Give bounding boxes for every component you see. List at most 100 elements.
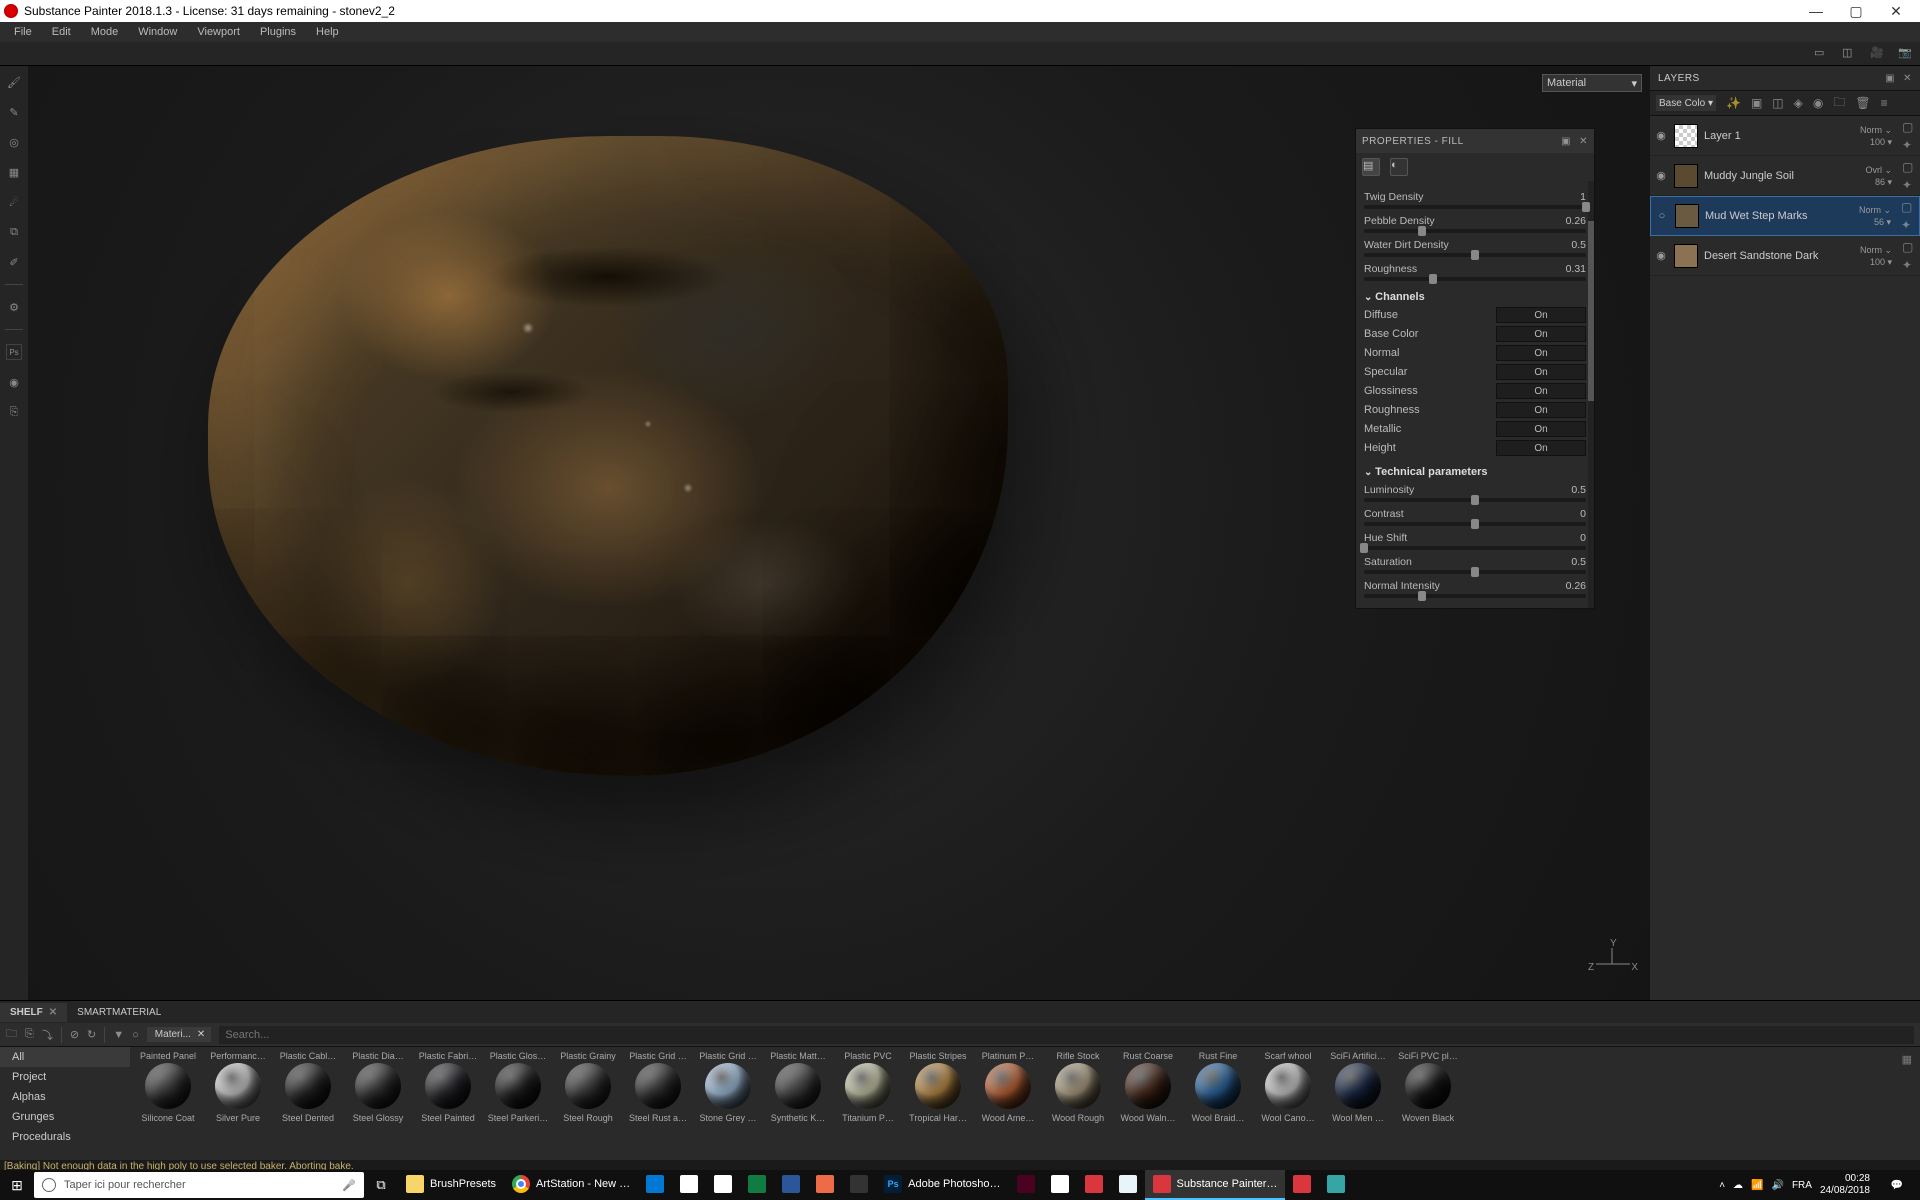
channel-toggle[interactable]: On <box>1496 326 1586 342</box>
channel-toggle[interactable]: On <box>1496 383 1586 399</box>
tray-onedrive-icon[interactable]: ☁ <box>1733 1180 1743 1191</box>
panel-close-icon[interactable]: ✕ <box>1579 136 1588 147</box>
maximize-button[interactable]: ▢ <box>1836 3 1876 20</box>
material-item[interactable]: Platinum P…Wood Ame… <box>974 1051 1042 1156</box>
menu-viewport[interactable]: Viewport <box>187 24 250 40</box>
add-layer-icon[interactable]: ◫ <box>1772 96 1783 110</box>
material-item[interactable]: Plastic Matt…Synthetic K… <box>764 1051 832 1156</box>
layer-options-icon[interactable]: ≡ <box>1881 96 1888 110</box>
fx-icon[interactable]: ✨ <box>1726 96 1741 110</box>
material-item[interactable]: Plastic GrainySteel Rough <box>554 1051 622 1156</box>
taskbar-app[interactable]: PsAdobe Photosho… <box>876 1170 1008 1200</box>
settings-icon[interactable]: ⚙ <box>6 299 22 315</box>
projection-tool-icon[interactable]: ◎ <box>6 134 22 150</box>
tab-close-icon[interactable]: ✕ <box>49 1007 57 1018</box>
slider-luminosity[interactable]: Luminosity0.5 <box>1364 484 1586 502</box>
layer-fx-icon[interactable]: ✦ <box>1902 178 1916 192</box>
taskbar-app[interactable] <box>1111 1170 1145 1200</box>
layer-visibility-icon[interactable]: ◉ <box>1654 129 1668 142</box>
material-item[interactable]: Plastic Grid …Stone Grey … <box>694 1051 762 1156</box>
taskbar-app[interactable] <box>774 1170 808 1200</box>
export-icon[interactable]: ⎘ <box>6 404 22 420</box>
material-item[interactable]: SciFi PVC pl…Woven Black <box>1394 1051 1462 1156</box>
layer-row[interactable]: ○ Mud Wet Step Marks Norm56 ▾ ▢✦ <box>1650 196 1920 236</box>
taskbar-app[interactable] <box>1319 1170 1353 1200</box>
taskbar-app[interactable] <box>740 1170 774 1200</box>
minimize-button[interactable]: — <box>1796 3 1836 19</box>
layer-fx-icon[interactable]: ✦ <box>1902 258 1916 272</box>
menu-plugins[interactable]: Plugins <box>250 24 306 40</box>
shelf-folder-icon[interactable]: 🗀 <box>6 1025 17 1044</box>
material-item[interactable]: Rifle StockWood Rough <box>1044 1051 1112 1156</box>
layer-visibility-icon[interactable]: ○ <box>1655 210 1669 222</box>
menu-edit[interactable]: Edit <box>42 24 81 40</box>
panel-undock-icon[interactable]: ▣ <box>1885 73 1895 84</box>
layer-visibility-icon[interactable]: ◉ <box>1654 249 1668 262</box>
screenshot-icon[interactable]: 📷 <box>1898 46 1914 62</box>
axis-gizmo[interactable]: Y X Z <box>1588 938 1638 988</box>
notifications-icon[interactable]: 💬 <box>1882 1180 1912 1191</box>
channel-toggle[interactable]: On <box>1496 364 1586 380</box>
add-fill-icon[interactable]: ◈ <box>1794 96 1803 110</box>
slider-saturation[interactable]: Saturation0.5 <box>1364 556 1586 574</box>
shelf-tab-smartmaterial[interactable]: SMARTMATERIAL <box>67 1003 171 1022</box>
taskbar-app[interactable] <box>808 1170 842 1200</box>
layer-row[interactable]: ◉ Layer 1 Norm100 ▾ ▢✦ <box>1650 116 1920 156</box>
tray-lang-icon[interactable]: FRA <box>1792 1180 1812 1191</box>
taskbar-app[interactable] <box>672 1170 706 1200</box>
render-mode-icon[interactable]: ▭ <box>1814 46 1830 62</box>
slider-roughness[interactable]: Roughness0.31 <box>1364 263 1586 281</box>
layer-row[interactable]: ◉ Muddy Jungle Soil Ovrl86 ▾ ▢✦ <box>1650 156 1920 196</box>
layer-visibility-icon[interactable]: ◉ <box>1654 169 1668 182</box>
menu-help[interactable]: Help <box>306 24 349 40</box>
camera-icon[interactable]: 🎥 <box>1870 46 1886 62</box>
eraser-tool-icon[interactable]: ✎ <box>6 104 22 120</box>
material-item[interactable]: Plastic Fabri…Steel Painted <box>414 1051 482 1156</box>
shelf-category[interactable]: Grunges <box>0 1107 130 1127</box>
fill-tool-icon[interactable]: ▦ <box>6 164 22 180</box>
ps-export-icon[interactable]: Ps <box>6 344 22 360</box>
shelf-category[interactable]: Alphas <box>0 1087 130 1107</box>
delete-layer-icon[interactable]: 🗑 <box>1855 96 1870 110</box>
shelf-category[interactable]: Procedurals <box>0 1127 130 1147</box>
material-item[interactable]: Plastic StripesTropical Har… <box>904 1051 972 1156</box>
material-item[interactable]: Plastic PVCTitanium P… <box>834 1051 902 1156</box>
system-tray[interactable]: ˄ ☁ 📶 🔊 FRA 00:2824/08/2018 💬 <box>1711 1173 1920 1197</box>
picker-tool-icon[interactable]: ✐ <box>6 254 22 270</box>
taskbar-app[interactable] <box>842 1170 876 1200</box>
panel-close-icon[interactable]: ✕ <box>1903 73 1912 84</box>
menu-file[interactable]: File <box>4 24 42 40</box>
panel-undock-icon[interactable]: ▣ <box>1561 136 1571 147</box>
geometry-icon[interactable]: ◫ <box>1842 46 1858 62</box>
layer-mask-icon[interactable]: ▢ <box>1901 200 1915 214</box>
taskbar-app[interactable]: ArtStation - New … <box>504 1170 638 1200</box>
material-item[interactable]: Plastic Cabl…Steel Dented <box>274 1051 342 1156</box>
taskbar-app[interactable] <box>638 1170 672 1200</box>
shelf-hide-icon[interactable]: ⊘ <box>70 1028 79 1041</box>
shelf-grid-toggle-icon[interactable]: ▦ <box>1902 1053 1912 1066</box>
taskbar-app[interactable] <box>1077 1170 1111 1200</box>
channel-select[interactable]: Base Colo▾ <box>1656 95 1716 111</box>
channels-header[interactable]: Channels <box>1364 291 1586 303</box>
material-item[interactable]: Painted PanelSilicone Coat <box>134 1051 202 1156</box>
brush-tool-icon[interactable]: 🖌 <box>6 74 22 90</box>
scrollbar[interactable] <box>1588 181 1594 608</box>
start-button[interactable]: ⊞ <box>0 1177 34 1194</box>
material-item[interactable]: Rust FineWool Braid… <box>1184 1051 1252 1156</box>
material-item[interactable]: Scarf whoolWool Cano… <box>1254 1051 1322 1156</box>
shelf-search-input[interactable] <box>219 1026 1914 1044</box>
channel-toggle[interactable]: On <box>1496 307 1586 323</box>
layer-fx-icon[interactable]: ✦ <box>1902 138 1916 152</box>
slider-twig-density[interactable]: Twig Density1 <box>1364 191 1586 209</box>
tray-wifi-icon[interactable]: 📶 <box>1751 1180 1763 1191</box>
viewport-mode-select[interactable]: Material▾ <box>1542 74 1642 92</box>
tray-chevron-icon[interactable]: ˄ <box>1719 1180 1725 1191</box>
shelf-tab-shelf[interactable]: SHELF✕ <box>0 1003 67 1022</box>
menu-mode[interactable]: Mode <box>81 24 129 40</box>
layer-fx-icon[interactable]: ✦ <box>1901 218 1915 232</box>
slider-hue-shift[interactable]: Hue Shift0 <box>1364 532 1586 550</box>
shelf-new-icon[interactable]: ⎘ <box>25 1028 34 1041</box>
chip-close-icon[interactable]: ✕ <box>197 1029 205 1040</box>
material-item[interactable]: Plastic Dia…Steel Glossy <box>344 1051 412 1156</box>
taskbar-app[interactable] <box>706 1170 740 1200</box>
